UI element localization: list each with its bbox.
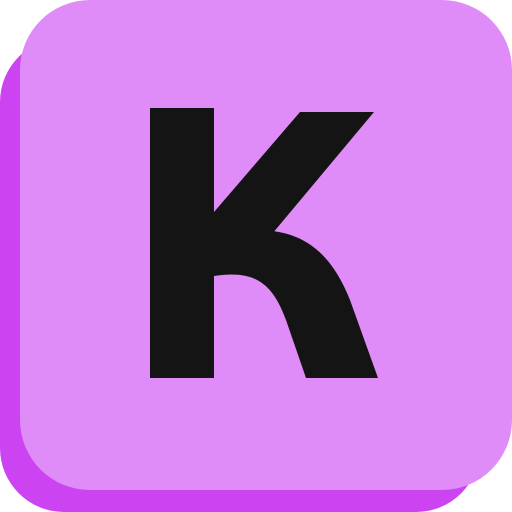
- letter-k-glyph: K: [150, 108, 378, 378]
- app-icon: K: [0, 0, 512, 512]
